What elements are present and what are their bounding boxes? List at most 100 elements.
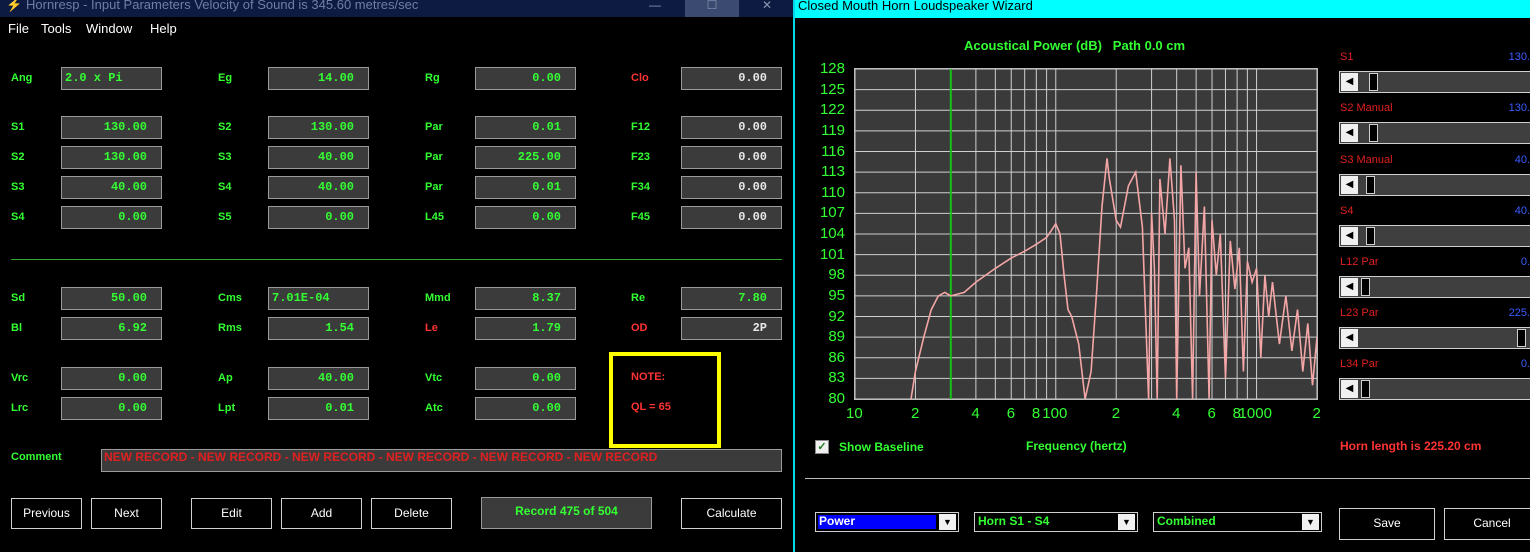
param-field[interactable]: 0.00 [681, 67, 782, 90]
slider-thumb[interactable] [1368, 73, 1378, 91]
left-titlebar[interactable]: ⚡ Hornresp - Input Parameters Velocity o… [0, 0, 793, 17]
scroll-left-icon[interactable]: ◀ [1341, 73, 1358, 91]
param-field[interactable]: 130.00 [61, 146, 162, 169]
comment-label: Comment [11, 451, 62, 463]
param-field[interactable]: 0.01 [268, 397, 369, 420]
slider-label: L23 Par [1340, 307, 1379, 319]
param-field[interactable]: 0.01 [475, 176, 576, 199]
param-label: Bl [11, 322, 22, 334]
param-field[interactable]: 130.00 [61, 116, 162, 139]
combo-box[interactable]: Power ▼ [815, 512, 959, 532]
scroll-left-icon[interactable]: ◀ [1341, 278, 1358, 296]
slider-track[interactable]: ◀ [1339, 327, 1530, 349]
scroll-left-icon[interactable]: ◀ [1341, 227, 1358, 245]
param-label: S4 [11, 211, 25, 223]
scroll-left-icon[interactable]: ◀ [1341, 124, 1358, 142]
param-field[interactable]: 40.00 [61, 176, 162, 199]
dropdown-arrow-icon[interactable]: ▼ [1302, 514, 1319, 530]
param-field[interactable]: 0.00 [681, 116, 782, 139]
comment-field[interactable]: NEW RECORD - NEW RECORD - NEW RECORD - N… [101, 449, 782, 472]
param-field[interactable]: 2P [681, 317, 782, 340]
slider-thumb[interactable] [1365, 227, 1375, 245]
x-tick-label: 6 [1006, 405, 1016, 422]
param-field[interactable]: 0.00 [681, 146, 782, 169]
param-field[interactable]: 0.00 [268, 206, 369, 229]
slider-thumb[interactable] [1365, 176, 1375, 194]
param-field[interactable]: 0.00 [61, 367, 162, 390]
param-label: Vrc [11, 372, 29, 384]
param-field[interactable]: 225.00 [475, 146, 576, 169]
param-field[interactable]: 0.01 [475, 116, 576, 139]
slider-value: 225. [1508, 307, 1530, 319]
show-baseline-label[interactable]: Show Baseline [839, 440, 924, 454]
param-field[interactable]: 1.79 [475, 317, 576, 340]
param-label: Re [631, 292, 646, 304]
param-field[interactable]: 130.00 [268, 116, 369, 139]
next-button[interactable]: Next [91, 498, 162, 529]
param-field[interactable]: 0.00 [681, 206, 782, 229]
menu-window[interactable]: Window [86, 21, 132, 36]
param-label: Ang [11, 72, 33, 84]
dropdown-arrow-icon[interactable]: ▼ [939, 514, 956, 530]
param-field[interactable]: 40.00 [268, 176, 369, 199]
edit-button[interactable]: Edit [191, 498, 272, 529]
add-button[interactable]: Add [281, 498, 362, 529]
scroll-left-icon[interactable]: ◀ [1341, 380, 1358, 398]
param-label: F34 [631, 181, 650, 193]
param-field[interactable]: 40.00 [268, 146, 369, 169]
slider-track[interactable]: ◀ [1339, 225, 1530, 247]
slider-thumb[interactable] [1361, 380, 1370, 398]
delete-button[interactable]: Delete [371, 498, 452, 529]
y-tick-label: 110 [821, 183, 845, 201]
param-field[interactable]: 0.00 [475, 367, 576, 390]
show-baseline-checkbox[interactable]: ✓ [815, 440, 829, 454]
dropdown-arrow-icon[interactable]: ▼ [1118, 514, 1135, 530]
param-label: S5 [218, 211, 232, 223]
slider-thumb[interactable] [1517, 329, 1527, 347]
slider-thumb[interactable] [1368, 124, 1378, 142]
slider-track[interactable]: ◀ [1339, 276, 1530, 298]
menu-file[interactable]: File [8, 21, 29, 36]
previous-button[interactable]: Previous [11, 498, 82, 529]
y-tick-label: 128 [819, 60, 845, 77]
param-field[interactable]: 8.37 [475, 287, 576, 310]
cancel-button[interactable]: Cancel [1444, 508, 1530, 540]
param-field[interactable]: 2.0 x Pi [61, 67, 162, 90]
param-field[interactable]: 0.00 [475, 397, 576, 420]
param-field[interactable]: 6.92 [61, 317, 162, 340]
param-field[interactable]: 7.01E-04 [268, 287, 369, 310]
close-icon[interactable]: ✕ [744, 0, 790, 17]
slider-thumb[interactable] [1361, 278, 1370, 296]
slider-track[interactable]: ◀ [1339, 71, 1530, 93]
save-button[interactable]: Save [1339, 508, 1435, 540]
combo-box[interactable]: Combined ▼ [1153, 512, 1322, 532]
param-label: Rg [425, 72, 440, 84]
note-box [609, 352, 721, 448]
param-field[interactable]: 1.54 [268, 317, 369, 340]
param-field[interactable]: 0.00 [475, 206, 576, 229]
calculate-button[interactable]: Calculate [681, 498, 782, 529]
menu-tools[interactable]: Tools [41, 21, 71, 36]
record-status: Record 475 of 504 [481, 497, 652, 529]
param-field[interactable]: 0.00 [61, 397, 162, 420]
x-tick-label: 1000 [1238, 405, 1272, 422]
slider-value: 40. [1514, 205, 1530, 217]
combo-box[interactable]: Horn S1 - S4 ▼ [974, 512, 1138, 532]
param-field[interactable]: 0.00 [475, 67, 576, 90]
minimize-icon[interactable]: — [632, 0, 678, 17]
param-field[interactable]: 50.00 [61, 287, 162, 310]
scroll-left-icon[interactable]: ◀ [1341, 329, 1358, 347]
slider-track[interactable]: ◀ [1339, 378, 1530, 400]
combo-value: Combined [1156, 515, 1299, 529]
param-field[interactable]: 0.00 [61, 206, 162, 229]
slider-track[interactable]: ◀ [1339, 122, 1530, 144]
scroll-left-icon[interactable]: ◀ [1341, 176, 1358, 194]
right-titlebar[interactable]: Closed Mouth Horn Loudspeaker Wizard [795, 0, 1530, 18]
param-field[interactable]: 7.80 [681, 287, 782, 310]
param-field[interactable]: 40.00 [268, 367, 369, 390]
param-field[interactable]: 14.00 [268, 67, 369, 90]
maximize-icon[interactable]: ☐ [685, 0, 739, 17]
slider-track[interactable]: ◀ [1339, 174, 1530, 196]
param-field[interactable]: 0.00 [681, 176, 782, 199]
menu-help[interactable]: Help [150, 21, 177, 36]
